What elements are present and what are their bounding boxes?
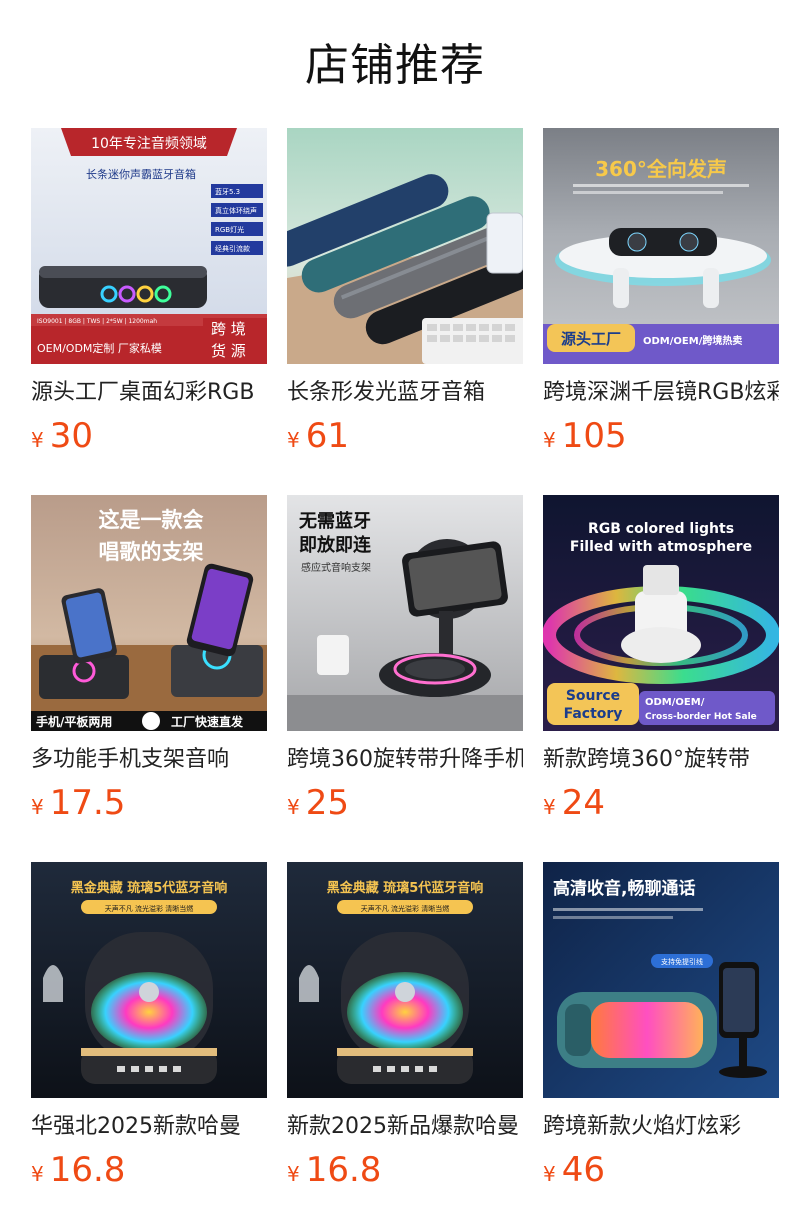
product-card[interactable]: RGB colored lights Filled with atmospher… <box>543 495 779 862</box>
image-badge-1: Source <box>566 688 620 704</box>
product-card[interactable]: 10年专注音频领域 长条迷你声霸蓝牙音箱 蓝牙5.3 真立体环绕声 RGB灯光 … <box>31 128 267 495</box>
section-title: 店铺推荐 <box>305 40 485 91</box>
product-price: ¥61 <box>287 416 523 456</box>
product-name[interactable]: 长条形发光蓝牙音箱 <box>287 378 523 408</box>
product-image[interactable]: 黑金典藏 琉璃5代蓝牙音响 天声不凡 流光溢彩 清晰当燃 <box>287 862 523 1098</box>
product-card[interactable]: 黑金典藏 琉璃5代蓝牙音响 天声不凡 流光溢彩 清晰当燃 华强北2025新款哈曼… <box>31 862 267 1229</box>
currency-symbol: ¥ <box>287 795 300 819</box>
image-footer-left: 手机/平板两用 <box>36 714 112 729</box>
image-tag-2: Cross-border Hot Sale <box>645 712 757 722</box>
product-card[interactable]: 黑金典藏 琉璃5代蓝牙音响 天声不凡 流光溢彩 清晰当燃 新款2025新品爆款哈… <box>287 862 523 1229</box>
image-line-3: 感应式音响支架 <box>301 561 371 574</box>
product-card[interactable]: 无需蓝牙 即放即连 感应式音响支架 跨境360旋转带升降手机 ¥25 <box>287 495 523 862</box>
image-tag-1: ODM/OEM/ <box>645 697 705 708</box>
image-headline: 黑金典藏 琉璃5代蓝牙音响 <box>327 880 484 896</box>
product-price: ¥24 <box>543 783 779 823</box>
currency-symbol: ¥ <box>543 795 556 819</box>
product-card[interactable]: 这是一款会 唱歌的支架 手机/平板两用 工厂快速直发 多功能手机支架音响 ¥ 1… <box>31 495 267 862</box>
price-value: 24 <box>561 783 605 823</box>
image-headline: 360°全向发声 <box>595 157 727 181</box>
product-price: ¥105 <box>543 416 779 456</box>
image-line-1: 这是一款会 <box>99 508 204 532</box>
currency-symbol: ¥ <box>543 428 556 452</box>
image-footer-right-2: 货 源 <box>211 342 246 360</box>
product-name[interactable]: 跨境深渊千层镜RGB炫彩 <box>543 378 779 408</box>
product-price: ¥16.8 <box>287 1150 523 1190</box>
price-value: 16.8 <box>49 1150 126 1190</box>
price-value: 30 <box>49 416 93 456</box>
product-name[interactable]: 跨境新款火焰灯炫彩 <box>543 1112 779 1142</box>
price-value: 105 <box>561 416 627 456</box>
shop-recommendations-page: 店铺推荐 10年专注音频领域 长条迷你声霸蓝牙音箱 蓝牙5.3 真立体环绕声 R… <box>0 0 790 1230</box>
image-chips: 天声不凡 流光溢彩 清晰当燃 <box>105 904 193 913</box>
image-footer-left: OEM/ODM定制 厂家私模 <box>37 341 162 355</box>
product-image[interactable]: 高清收音,畅聊通话 支持免提引线 <box>543 862 779 1098</box>
image-line-2: 即放即连 <box>299 534 372 556</box>
feature-label: 经典引流款 <box>215 244 250 253</box>
image-badge: 源头工厂 <box>561 330 621 348</box>
product-price: ¥30 <box>31 416 267 456</box>
product-image[interactable]: 黑金典藏 琉璃5代蓝牙音响 天声不凡 流光溢彩 清晰当燃 <box>31 862 267 1098</box>
product-name[interactable]: 新款跨境360°旋转带 <box>543 745 779 775</box>
image-banner-text: 10年专注音频领域 <box>91 135 207 152</box>
feature-label: 蓝牙5.3 <box>215 187 240 196</box>
price-value: 17.5 <box>49 783 126 823</box>
product-card[interactable]: 长条形发光蓝牙音箱 ¥61 <box>287 128 523 495</box>
spec-line-text: ISO9001 | 8GB | TWS | 2*5W | 1200mah <box>37 318 157 325</box>
product-grid: 10年专注音频领域 长条迷你声霸蓝牙音箱 蓝牙5.3 真立体环绕声 RGB灯光 … <box>31 128 779 1229</box>
product-image[interactable]: RGB colored lights Filled with atmospher… <box>543 495 779 731</box>
product-image[interactable]: 10年专注音频领域 长条迷你声霸蓝牙音箱 蓝牙5.3 真立体环绕声 RGB灯光 … <box>31 128 267 364</box>
product-name[interactable]: 源头工厂桌面幻彩RGB <box>31 378 267 408</box>
product-card[interactable]: 360°全向发声 源头工厂 ODM/OEM/跨境热卖 跨境深渊千层镜RGB炫彩 … <box>543 128 779 495</box>
currency-symbol: ¥ <box>31 795 44 819</box>
product-image[interactable]: 无需蓝牙 即放即连 感应式音响支架 <box>287 495 523 731</box>
product-price: ¥16.8 <box>31 1150 267 1190</box>
product-name[interactable]: 新款2025新品爆款哈曼 <box>287 1112 523 1142</box>
currency-symbol: ¥ <box>31 428 44 452</box>
image-line-1: RGB colored lights <box>588 521 734 537</box>
image-footer-right: 工厂快速直发 <box>171 714 244 729</box>
product-name[interactable]: 华强北2025新款哈曼 <box>31 1112 267 1142</box>
price-value: 61 <box>305 416 349 456</box>
currency-symbol: ¥ <box>543 1162 556 1186</box>
currency-symbol: ¥ <box>287 428 300 452</box>
feature-label: 真立体环绕声 <box>215 206 257 215</box>
feature-label: RGB灯光 <box>215 225 244 234</box>
product-image[interactable]: 360°全向发声 源头工厂 ODM/OEM/跨境热卖 <box>543 128 779 364</box>
image-badge-2: Factory <box>564 706 623 722</box>
product-name[interactable]: 多功能手机支架音响 <box>31 745 267 775</box>
product-price: ¥17.5 <box>31 783 267 823</box>
image-tag: ODM/OEM/跨境热卖 <box>643 334 742 347</box>
product-name[interactable]: 跨境360旋转带升降手机 <box>287 745 523 775</box>
image-line-2: Filled with atmosphere <box>570 539 752 555</box>
image-chips: 天声不凡 流光溢彩 清晰当燃 <box>361 904 449 913</box>
product-image[interactable]: 这是一款会 唱歌的支架 手机/平板两用 工厂快速直发 <box>31 495 267 731</box>
image-footer-right-1: 跨 境 <box>211 320 246 338</box>
product-price: ¥25 <box>287 783 523 823</box>
image-subtitle-text: 长条迷你声霸蓝牙音箱 <box>86 167 196 181</box>
currency-symbol: ¥ <box>287 1162 300 1186</box>
image-headline: 黑金典藏 琉璃5代蓝牙音响 <box>71 880 228 896</box>
product-image[interactable] <box>287 128 523 364</box>
image-line-2: 唱歌的支架 <box>99 540 204 564</box>
image-headline: 高清收音,畅聊通话 <box>553 878 695 899</box>
price-value: 25 <box>305 783 349 823</box>
image-line-1: 无需蓝牙 <box>299 511 371 532</box>
currency-symbol: ¥ <box>31 1162 44 1186</box>
price-value: 46 <box>561 1150 605 1190</box>
image-chip: 支持免提引线 <box>661 957 703 966</box>
price-value: 16.8 <box>305 1150 382 1190</box>
product-price: ¥46 <box>543 1150 779 1190</box>
product-card[interactable]: 高清收音,畅聊通话 支持免提引线 跨境新款火焰灯炫彩 ¥46 <box>543 862 779 1229</box>
